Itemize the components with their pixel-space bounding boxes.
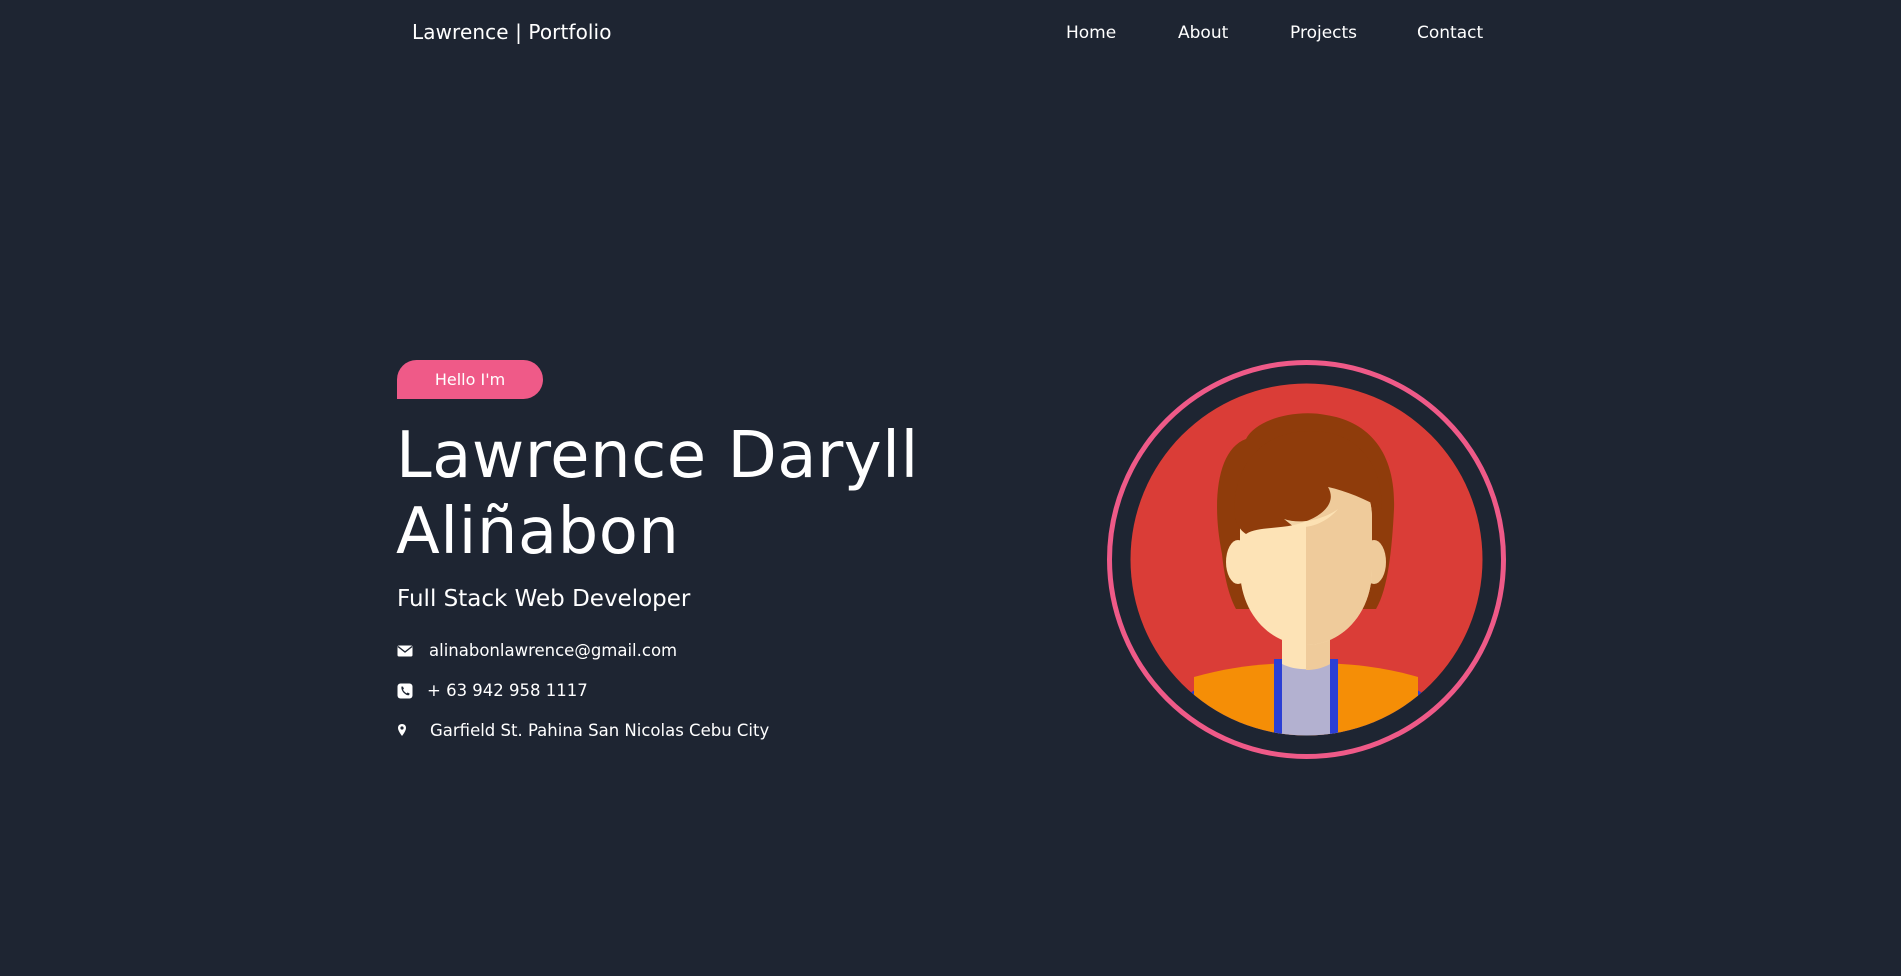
nav-links: Home About Projects Contact (0, 23, 1901, 47)
hero-name-line1: Lawrence Daryll (396, 419, 919, 493)
hero-name: Lawrence Daryll Aliñabon (396, 418, 1016, 570)
nav-link-projects[interactable]: Projects (1290, 23, 1357, 43)
phone-icon (397, 683, 413, 699)
avatar-illustration (1107, 360, 1506, 759)
portfolio-page: Lawrence | Portfolio Home About Projects… (0, 0, 1901, 976)
nav-link-home[interactable]: Home (1066, 23, 1116, 43)
contact-phone[interactable]: + 63 942 958 1117 (427, 680, 588, 702)
hero-role: Full Stack Web Developer (397, 586, 691, 612)
envelope-icon (397, 645, 413, 657)
nav-link-contact[interactable]: Contact (1417, 23, 1483, 43)
hero-name-line2: Aliñabon (396, 495, 680, 569)
contact-email[interactable]: alinabonlawrence@gmail.com (429, 640, 677, 662)
contact-address: Garfield St. Pahina San Nicolas Cebu Cit… (430, 721, 770, 740)
top-navbar: Lawrence | Portfolio Home About Projects… (0, 0, 1901, 68)
map-pin-icon (398, 724, 406, 736)
avatar (1106, 359, 1507, 760)
nav-link-about[interactable]: About (1178, 23, 1228, 43)
greeting-badge: Hello I'm (397, 360, 543, 399)
